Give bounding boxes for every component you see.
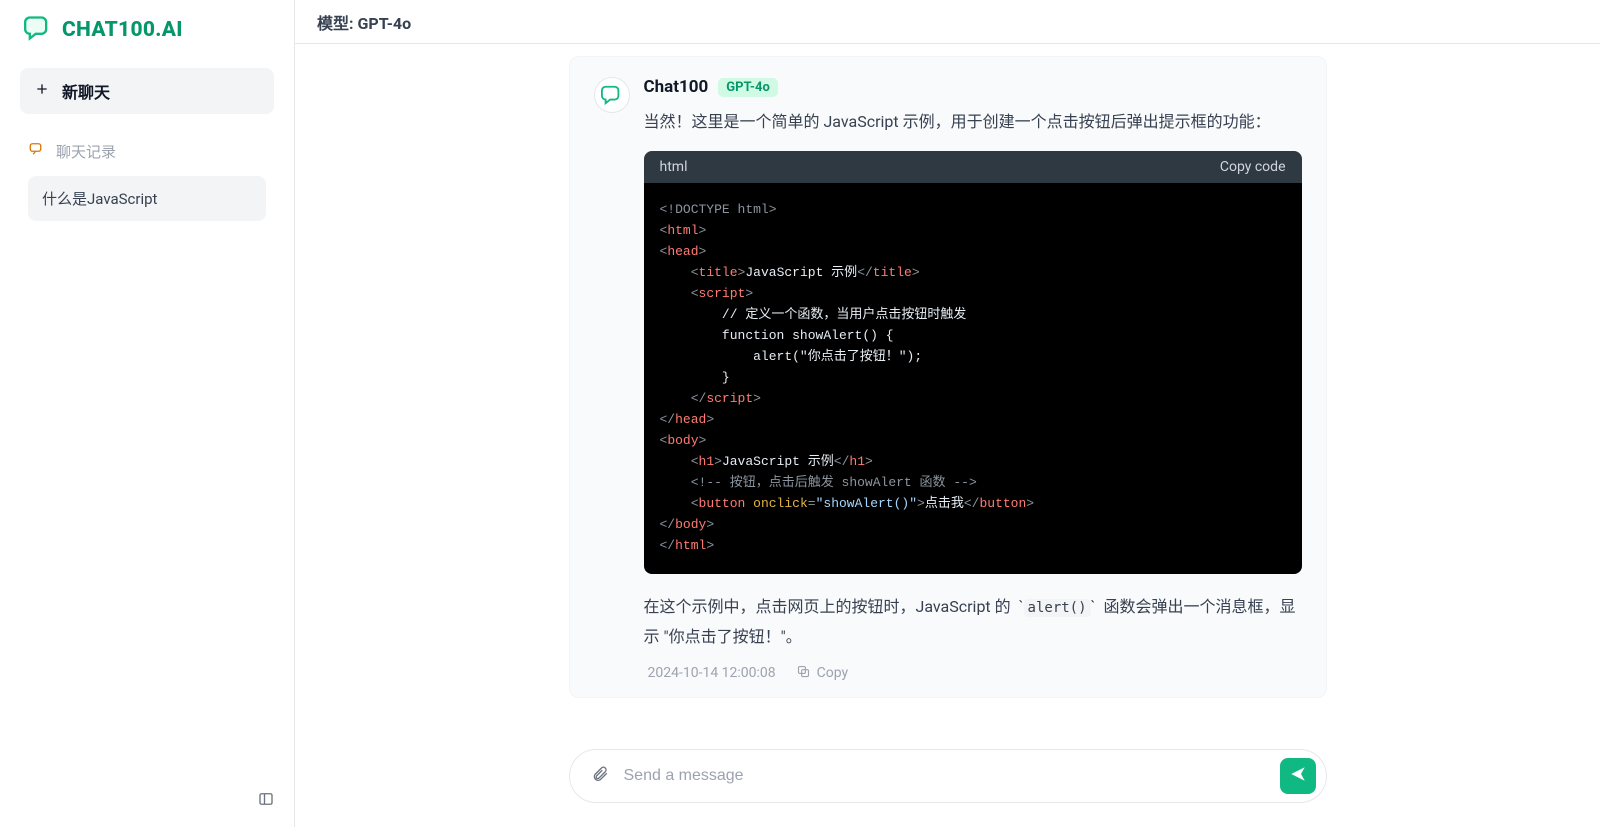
sidebar: CHAT100.AI 新聊天 聊天记录 什么是JavaScript [0,0,295,827]
message-intro-text: 当然！这里是一个简单的 JavaScript 示例，用于创建一个点击按钮后弹出提… [644,107,1302,137]
message-author: Chat100 [644,77,709,97]
send-icon [1289,765,1307,787]
history-item-label: 什么是JavaScript [42,190,157,208]
message-after-code-text: 在这个示例中，点击网页上的按钮时，JavaScript 的 `alert()` … [644,592,1302,651]
assistant-message: Chat100 GPT-4o 当然！这里是一个简单的 JavaScript 示例… [569,56,1327,698]
paperclip-icon [591,765,609,787]
copy-icon [796,664,811,683]
new-chat-button[interactable]: 新聊天 [20,68,274,114]
code-body: <!DOCTYPE html> <html> <head> <title>Jav… [644,183,1302,575]
copy-code-button[interactable]: Copy code [1220,159,1286,175]
message-timestamp: 2024-10-14 12:00:08 [648,665,776,681]
history-item[interactable]: 什么是JavaScript [28,176,266,221]
plus-icon [34,81,50,102]
collapse-sidebar-button[interactable] [252,785,280,813]
new-chat-label: 新聊天 [62,79,110,103]
assistant-avatar [594,77,630,113]
copy-label: Copy [817,665,849,681]
attach-button[interactable] [586,762,614,790]
history-label: 聊天记录 [56,141,116,162]
history-header: 聊天记录 [20,136,274,176]
copy-message-button[interactable]: Copy [796,664,849,683]
brand-logo-icon [24,14,52,46]
send-button[interactable] [1280,758,1316,794]
model-badge: GPT-4o [718,78,778,97]
main: 模型: GPT-4o Chat100 GPT-4o 当然！这里是一个简单的 Ja… [295,0,1600,827]
chat-history-icon [28,140,46,162]
code-block: html Copy code <!DOCTYPE html> <html> <h… [644,151,1302,575]
message-input[interactable] [624,767,1270,785]
topbar: 模型: GPT-4o [295,0,1600,44]
brand-name: CHAT100.AI [62,18,183,42]
composer [295,735,1600,827]
model-label: 模型: GPT-4o [317,10,411,34]
brand: CHAT100.AI [20,14,274,46]
code-language-label: html [660,159,688,175]
chat-content: Chat100 GPT-4o 当然！这里是一个简单的 JavaScript 示例… [295,44,1600,735]
